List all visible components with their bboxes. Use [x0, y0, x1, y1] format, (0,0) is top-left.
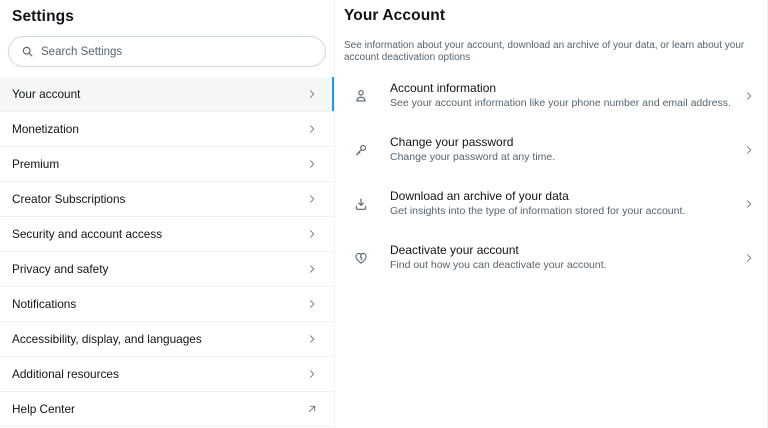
chevron-right-icon [743, 90, 755, 102]
external-link-icon [306, 403, 318, 415]
key-icon [352, 141, 369, 158]
search-box[interactable] [8, 36, 326, 67]
sidebar-item-help-center[interactable]: Help Center [0, 392, 334, 427]
account-options-list: Account information See your account info… [344, 81, 757, 272]
sidebar-title: Settings [12, 8, 74, 25]
sidebar-item-label: Monetization [12, 122, 79, 136]
account-option-title: Account information [390, 81, 497, 95]
chevron-right-icon [306, 158, 318, 170]
search-input[interactable] [41, 45, 313, 58]
sidebar-item-security-and-account-access[interactable]: Security and account access [0, 217, 334, 252]
sidebar-item-premium[interactable]: Premium [0, 147, 334, 182]
account-option-download-an-archive-of-your-data[interactable]: Download an archive of your data Get insi… [344, 189, 757, 218]
page-title: Your Account [344, 7, 446, 24]
download-icon [352, 195, 369, 212]
account-option-subtitle: Find out how you can deactivate your acc… [390, 259, 607, 271]
chevron-right-icon [743, 252, 755, 264]
account-option-subtitle: See your account information like your p… [390, 97, 731, 109]
sidebar-item-notifications[interactable]: Notifications [0, 287, 334, 322]
account-option-text: Change your password Change your password… [390, 135, 735, 164]
sidebar-item-label: Security and account access [12, 227, 163, 241]
chevron-right-icon [306, 88, 318, 100]
chevron-right-icon [743, 198, 755, 210]
settings-sidebar: Settings Your account Monetization Premium… [0, 0, 335, 428]
account-option-text: Download an archive of your data Get insi… [390, 189, 735, 218]
page-description: See information about your account, down… [344, 40, 745, 63]
sidebar-item-label: Creator Subscriptions [12, 192, 126, 206]
sidebar-item-label: Additional resources [12, 367, 119, 381]
chevron-right-icon [743, 144, 755, 156]
sidebar-item-label: Premium [12, 157, 60, 171]
chevron-right-icon [306, 263, 318, 275]
sidebar-item-privacy-and-safety[interactable]: Privacy and safety [0, 252, 334, 287]
search-icon [21, 45, 34, 58]
settings-nav: Your account Monetization Premium Creator S… [0, 77, 334, 427]
search-container [0, 34, 334, 77]
chevron-right-icon [306, 368, 318, 380]
settings-page: Settings Your account Monetization Premium… [0, 0, 768, 428]
chevron-right-icon [306, 333, 318, 345]
broken-heart-icon [352, 249, 369, 266]
sidebar-item-additional-resources[interactable]: Additional resources [0, 357, 334, 392]
sidebar-item-label: Your account [12, 87, 81, 101]
account-option-account-information[interactable]: Account information See your account info… [344, 81, 757, 110]
account-option-text: Deactivate your account Find out how you … [390, 243, 735, 272]
chevron-right-icon [306, 123, 318, 135]
account-option-title: Change your password [390, 135, 514, 149]
sidebar-item-label: Help Center [12, 402, 75, 416]
sidebar-item-label: Accessibility, display, and languages [12, 332, 202, 346]
account-option-text: Account information See your account info… [390, 81, 735, 110]
person-icon [352, 87, 369, 104]
account-option-subtitle: Change your password at any time. [390, 151, 556, 163]
account-option-title: Download an archive of your data [390, 189, 569, 203]
account-option-title: Deactivate your account [390, 243, 519, 257]
sidebar-item-label: Privacy and safety [12, 262, 109, 276]
account-option-change-your-password[interactable]: Change your password Change your password… [344, 135, 757, 164]
your-account-panel: Your Account See information about your … [335, 0, 768, 428]
chevron-right-icon [306, 228, 318, 240]
account-option-deactivate-your-account[interactable]: Deactivate your account Find out how you … [344, 243, 757, 272]
sidebar-item-label: Notifications [12, 297, 77, 311]
sidebar-item-your-account[interactable]: Your account [0, 77, 334, 112]
chevron-right-icon [306, 298, 318, 310]
account-option-subtitle: Get insights into the type of informatio… [390, 205, 686, 217]
sidebar-item-monetization[interactable]: Monetization [0, 112, 334, 147]
sidebar-item-accessibility-display-and-languages[interactable]: Accessibility, display, and languages [0, 322, 334, 357]
chevron-right-icon [306, 193, 318, 205]
sidebar-item-creator-subscriptions[interactable]: Creator Subscriptions [0, 182, 334, 217]
